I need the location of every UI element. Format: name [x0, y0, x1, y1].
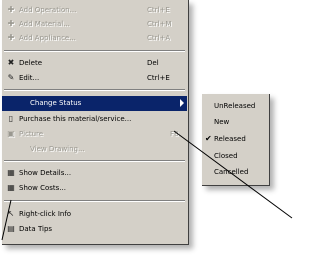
callout-line-left [1, 199, 12, 241]
callout-line-purchase [173, 130, 293, 219]
callout-lines [1, 130, 293, 241]
